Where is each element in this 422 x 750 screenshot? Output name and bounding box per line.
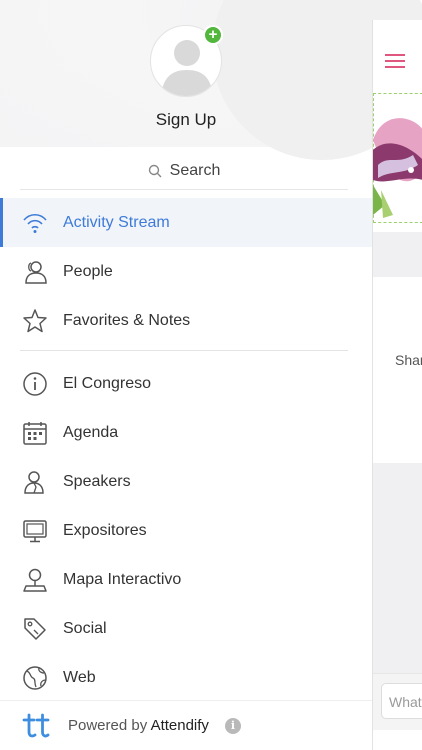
- menu-item-label: Speakers: [63, 472, 131, 490]
- banner-illustration: [373, 118, 422, 218]
- menu-item-expositores[interactable]: Expositores: [0, 506, 372, 555]
- menu-item-label: Agenda: [63, 423, 119, 441]
- menu-item-label: Expositores: [63, 521, 147, 539]
- monitor-icon: [23, 520, 47, 543]
- powered-prefix: Powered by: [68, 717, 148, 734]
- menu-item-people[interactable]: People: [0, 247, 372, 296]
- globe-icon: [23, 666, 47, 690]
- menu-item-favorites-notes[interactable]: Favorites & Notes: [0, 296, 372, 345]
- wifi-icon: [23, 213, 47, 233]
- menu-item-label: Web: [63, 668, 96, 686]
- menu-item-label: Social: [63, 619, 107, 637]
- brand-name[interactable]: Attendify: [151, 717, 209, 734]
- map-pin-icon: [23, 568, 47, 592]
- menu-item-label: People: [63, 262, 113, 280]
- menu-item-agenda[interactable]: Agenda: [0, 408, 372, 457]
- main-panel[interactable]: Shar What: [372, 20, 422, 750]
- navigation-drawer: + Sign Up Search Activity Stream People …: [0, 0, 422, 750]
- menu-item-speakers[interactable]: Speakers: [0, 457, 372, 506]
- speaker-icon: [24, 471, 44, 494]
- people-icon: [25, 261, 47, 284]
- calendar-icon: [23, 422, 47, 445]
- menu-item-label: Favorites & Notes: [63, 311, 191, 329]
- search-bar[interactable]: Search: [20, 152, 348, 190]
- search-label: Search: [169, 161, 221, 179]
- menu-item-social[interactable]: Social: [0, 604, 372, 653]
- info-icon[interactable]: i: [225, 718, 241, 734]
- feed-background: [373, 463, 422, 673]
- menu-divider: [20, 350, 348, 351]
- menu-item-activity-stream[interactable]: Activity Stream: [0, 198, 372, 247]
- compose-input[interactable]: What: [381, 683, 422, 719]
- star-icon: [23, 309, 47, 333]
- powered-by-text: Powered by Attendify: [68, 717, 209, 734]
- menu-item-el-congreso[interactable]: El Congreso: [0, 359, 372, 408]
- menu-item-web[interactable]: Web: [0, 653, 372, 702]
- footer: Powered by Attendify i: [0, 700, 372, 750]
- attendify-logo-icon: [22, 713, 50, 738]
- add-photo-button[interactable]: +: [203, 25, 223, 45]
- hamburger-menu-icon[interactable]: [385, 53, 405, 69]
- info-icon: [23, 372, 47, 396]
- menu-item-label: Mapa Interactivo: [63, 570, 182, 588]
- menu-item-label: Activity Stream: [63, 213, 170, 231]
- section-spacer: [373, 232, 422, 277]
- card-share-text[interactable]: Shar: [395, 352, 422, 368]
- plus-icon: +: [208, 26, 218, 43]
- menu-item-mapa-interactivo[interactable]: Mapa Interactivo: [0, 555, 372, 604]
- tag-icon: [24, 618, 46, 640]
- search-icon: [148, 164, 162, 177]
- feed-card[interactable]: [373, 277, 422, 464]
- menu-item-label: El Congreso: [63, 374, 152, 392]
- sign-up-link[interactable]: Sign Up: [0, 110, 372, 130]
